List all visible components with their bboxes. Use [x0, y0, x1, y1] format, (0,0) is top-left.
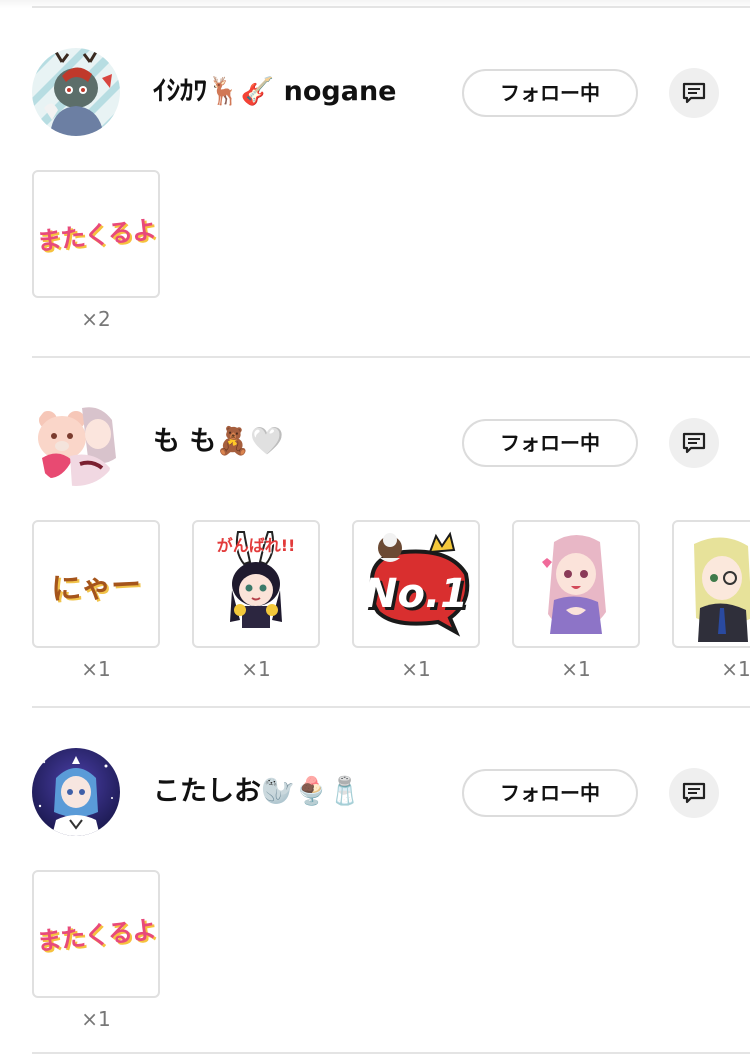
- gift-sticker: がんばれ!!: [192, 520, 320, 648]
- user-card: こたしお🦭🍨🧂 フォロー中 またくるよ ×1: [0, 708, 750, 1058]
- sticker-label: No.1: [364, 571, 468, 617]
- gift-count: ×1: [401, 657, 431, 681]
- sticker-label: またくるよ: [35, 914, 158, 957]
- message-button[interactable]: [669, 418, 719, 468]
- gift-count: ×1: [241, 657, 271, 681]
- gift-item[interactable]: ×1: [672, 520, 750, 682]
- gift-item[interactable]: No.1 ×1: [352, 520, 480, 682]
- gift-sticker: にゃー: [32, 520, 160, 648]
- message-icon: [682, 782, 706, 804]
- sticker-label: がんばれ!!: [216, 536, 296, 555]
- message-icon: [682, 432, 706, 454]
- bottom-divider: [32, 1052, 750, 1054]
- gift-sticker: [512, 520, 640, 648]
- gift-item[interactable]: にゃー ×1: [32, 520, 160, 682]
- gift-item[interactable]: がんばれ!! ×1: [192, 520, 320, 682]
- avatar[interactable]: [32, 48, 120, 136]
- gift-sticker: またくるよ: [32, 170, 160, 298]
- gift-count: ×2: [81, 307, 111, 331]
- sticker-label: にゃー: [50, 567, 143, 608]
- message-icon: [682, 82, 706, 104]
- gift-sticker: またくるよ: [32, 870, 160, 998]
- message-button[interactable]: [669, 768, 719, 818]
- username[interactable]: ｲｼｶﾜ🦌🎸 nogane: [153, 70, 397, 114]
- gift-count: ×1: [81, 657, 111, 681]
- gift-senders-list: ｲｼｶﾜ🦌🎸 nogane フォロー中 またくるよ ×2 も も🧸🤍 フォロー中…: [0, 0, 750, 1061]
- gift-count: ×1: [721, 657, 750, 681]
- user-card: ｲｼｶﾜ🦌🎸 nogane フォロー中 またくるよ ×2: [0, 8, 750, 358]
- pink-hair-girl-sticker-icon: [542, 535, 606, 634]
- sticker-label: またくるよ: [35, 214, 158, 257]
- gift-item[interactable]: ×1: [512, 520, 640, 682]
- message-button[interactable]: [669, 68, 719, 118]
- avatar[interactable]: [32, 398, 120, 486]
- username[interactable]: も も🧸🤍: [153, 420, 284, 464]
- following-button[interactable]: フォロー中: [462, 769, 638, 817]
- gift-count: ×1: [561, 657, 591, 681]
- following-button[interactable]: フォロー中: [462, 419, 638, 467]
- gift-item[interactable]: またくるよ ×1: [32, 870, 160, 1032]
- gift-sticker: No.1: [352, 520, 480, 648]
- gift-item[interactable]: またくるよ ×2: [32, 170, 160, 332]
- gift-count: ×1: [81, 1007, 111, 1031]
- following-button[interactable]: フォロー中: [462, 69, 638, 117]
- username[interactable]: こたしお🦭🍨🧂: [153, 770, 362, 814]
- gift-sticker: [672, 520, 750, 648]
- avatar[interactable]: [32, 748, 120, 836]
- user-card: も も🧸🤍 フォロー中 にゃー ×1 がんばれ!! ×1 No.1 ×1 ×1 …: [0, 358, 750, 708]
- blonde-character-sticker-icon: [694, 537, 750, 642]
